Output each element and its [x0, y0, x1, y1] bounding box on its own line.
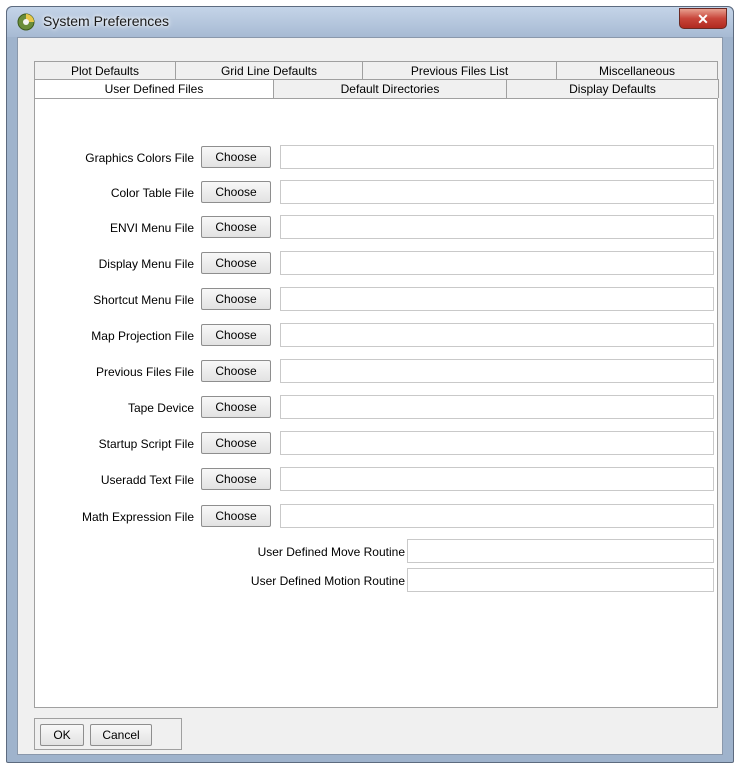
move-routine-label: User Defined Move Routine: [257, 545, 405, 559]
close-button[interactable]: ✕: [679, 8, 727, 29]
map-projection-file-label: Map Projection File: [91, 329, 194, 343]
previous-files-file-field[interactable]: [280, 359, 714, 383]
map-projection-choose-button[interactable]: Choose: [201, 324, 271, 346]
tab-display-defaults[interactable]: Display Defaults: [506, 79, 719, 98]
cancel-button[interactable]: Cancel: [90, 724, 152, 746]
math-expression-file-label: Math Expression File: [81, 510, 194, 524]
startup-script-file-label: Startup Script File: [98, 437, 194, 451]
map-projection-file-field[interactable]: [280, 323, 714, 347]
motion-routine-label: User Defined Motion Routine: [250, 574, 405, 588]
tape-device-field[interactable]: [280, 395, 714, 419]
display-menu-choose-button[interactable]: Choose: [201, 252, 271, 274]
window-title: System Preferences: [43, 13, 170, 29]
title-bar[interactable]: System Preferences ✕: [7, 7, 733, 37]
color-table-file-label: Color Table File: [110, 186, 194, 200]
previous-files-choose-button[interactable]: Choose: [201, 360, 271, 382]
startup-script-file-field[interactable]: [280, 431, 714, 455]
math-expression-choose-button[interactable]: Choose: [201, 505, 271, 527]
tab-previous-files-list[interactable]: Previous Files List: [362, 61, 557, 80]
shortcut-menu-file-field[interactable]: [280, 287, 714, 311]
app-icon: [17, 13, 35, 31]
color-table-choose-button[interactable]: Choose: [201, 181, 271, 203]
preferences-window: System Preferences ✕ Plot Defaults Grid …: [6, 6, 734, 763]
useradd-text-choose-button[interactable]: Choose: [201, 468, 271, 490]
display-menu-file-label: Display Menu File: [98, 257, 194, 271]
display-menu-file-field[interactable]: [280, 251, 714, 275]
move-routine-field[interactable]: [407, 539, 714, 563]
tab-plot-defaults[interactable]: Plot Defaults: [34, 61, 176, 80]
math-expression-file-field[interactable]: [280, 504, 714, 528]
envi-menu-file-field[interactable]: [280, 215, 714, 239]
graphics-colors-file-label: Graphics Colors File: [85, 151, 194, 165]
ok-button[interactable]: OK: [40, 724, 84, 746]
previous-files-file-label: Previous Files File: [95, 365, 194, 379]
dialog-footer: OK Cancel: [34, 718, 184, 752]
graphics-colors-choose-button[interactable]: Choose: [201, 146, 271, 168]
tape-device-choose-button[interactable]: Choose: [201, 396, 271, 418]
envi-menu-choose-button[interactable]: Choose: [201, 216, 271, 238]
tab-grid-line-defaults[interactable]: Grid Line Defaults: [175, 61, 363, 80]
motion-routine-field[interactable]: [407, 568, 714, 592]
shortcut-menu-choose-button[interactable]: Choose: [201, 288, 271, 310]
color-table-file-field[interactable]: [280, 180, 714, 204]
useradd-text-file-field[interactable]: [280, 467, 714, 491]
tab-miscellaneous[interactable]: Miscellaneous: [556, 61, 718, 80]
close-icon: ✕: [697, 11, 709, 27]
tab-user-defined-files[interactable]: User Defined Files: [34, 79, 274, 100]
startup-script-choose-button[interactable]: Choose: [201, 432, 271, 454]
tab-row-front: User Defined Files Default Directories D…: [34, 79, 719, 100]
user-defined-files-panel: Graphics Colors File Choose Color Table …: [34, 98, 718, 708]
tab-row-back: Plot Defaults Grid Line Defaults Previou…: [34, 61, 718, 80]
graphics-colors-file-field[interactable]: [280, 145, 714, 169]
shortcut-menu-file-label: Shortcut Menu File: [93, 293, 194, 307]
envi-menu-file-label: ENVI Menu File: [109, 221, 194, 235]
tab-default-directories[interactable]: Default Directories: [273, 79, 507, 98]
tape-device-label: Tape Device: [127, 401, 194, 415]
dialog-client: Plot Defaults Grid Line Defaults Previou…: [17, 37, 723, 755]
useradd-text-file-label: Useradd Text File: [100, 473, 194, 487]
